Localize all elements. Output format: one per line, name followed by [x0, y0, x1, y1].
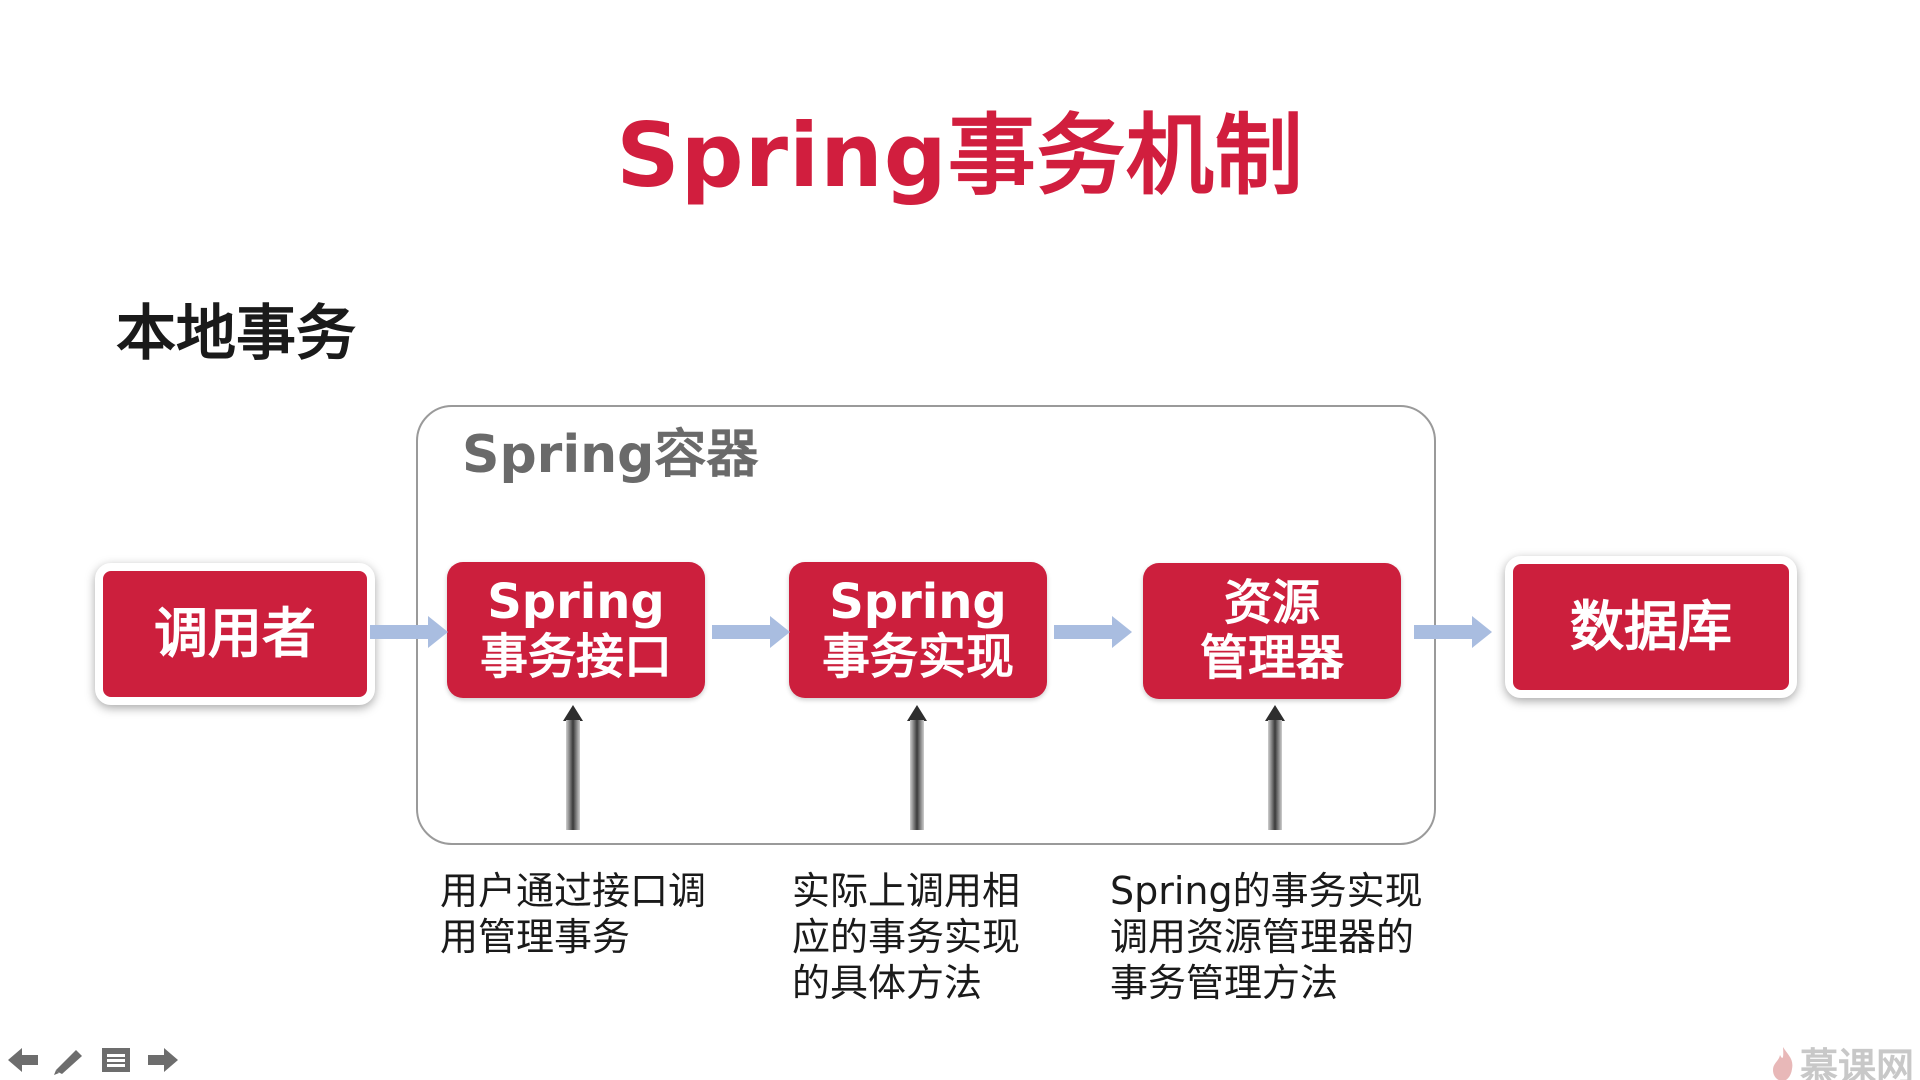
database-box: 数据库 [1505, 556, 1797, 698]
note-impl-line2: 应的事务实现 [792, 915, 1021, 959]
note-impl-line3: 的具体方法 [792, 961, 983, 1005]
note-resource-line1: Spring的事务实现 [1110, 869, 1423, 913]
transaction-impl-box: Spring 事务实现 [789, 562, 1047, 698]
up-arrow-impl [907, 705, 927, 830]
slide-title: Spring事务机制 [616, 104, 1304, 207]
note-resource-line3: 事务管理方法 [1110, 961, 1339, 1005]
pen-icon[interactable] [52, 1044, 88, 1076]
presentation-toolbar [6, 1044, 180, 1076]
flame-logo-icon [1772, 1046, 1793, 1080]
flow-arrow-interface-to-impl [712, 616, 790, 648]
resource-manager-box: 资源 管理器 [1143, 563, 1401, 699]
watermark-text: 慕课网 [1799, 1045, 1914, 1080]
note-interface: 用户通过接口调 用管理事务 [440, 868, 706, 960]
resource-manager-line2: 管理器 [1199, 630, 1344, 686]
transaction-impl-line2: 事务实现 [821, 629, 1014, 685]
flow-arrow-resource-to-database [1414, 616, 1492, 648]
database-label: 数据库 [1570, 594, 1732, 658]
note-impl: 实际上调用相 应的事务实现 的具体方法 [792, 868, 1020, 1006]
note-resource-line2: 调用资源管理器的 [1110, 915, 1415, 959]
transaction-interface-line1: Spring [487, 573, 665, 630]
resource-manager-line1: 资源 [1223, 574, 1320, 631]
note-resource: Spring的事务实现 调用资源管理器的 事务管理方法 [1110, 868, 1423, 1006]
transaction-impl-line1: Spring [829, 573, 1007, 630]
arrow-right-icon[interactable] [144, 1044, 180, 1076]
watermark: 慕课网 [1770, 1036, 1914, 1080]
slide-subtitle: 本地事务 [116, 299, 356, 369]
up-arrow-interface [563, 705, 583, 830]
menu-icon[interactable] [98, 1044, 134, 1076]
caller-box: 调用者 [95, 563, 375, 705]
caller-label: 调用者 [154, 601, 316, 665]
flow-arrow-caller-to-interface [370, 616, 448, 648]
spring-container-label: Spring容器 [462, 425, 759, 485]
transaction-interface-line2: 事务接口 [479, 629, 672, 685]
transaction-interface-box: Spring 事务接口 [447, 562, 705, 698]
arrow-left-icon[interactable] [6, 1044, 42, 1076]
note-interface-line2: 用管理事务 [440, 915, 631, 959]
note-impl-line1: 实际上调用相 [792, 869, 1021, 913]
up-arrow-resource [1265, 705, 1285, 830]
flow-arrow-impl-to-resource [1054, 616, 1132, 648]
slide: Spring事务机制 本地事务 Spring容器 调用者 Spring 事务接口… [0, 0, 1920, 1080]
note-interface-line1: 用户通过接口调 [440, 869, 707, 913]
